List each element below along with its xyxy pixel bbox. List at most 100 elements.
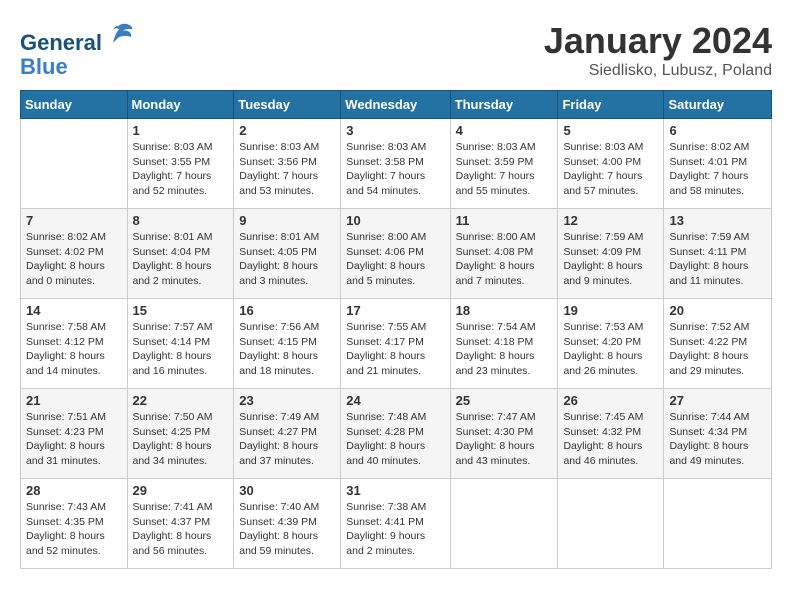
day-number: 29: [133, 483, 229, 498]
day-info: Sunrise: 7:45 AM Sunset: 4:32 PM Dayligh…: [563, 410, 658, 469]
month-title: January 2024: [544, 20, 772, 62]
day-info: Sunrise: 7:47 AM Sunset: 4:30 PM Dayligh…: [456, 410, 553, 469]
calendar-cell: 17Sunrise: 7:55 AM Sunset: 4:17 PM Dayli…: [341, 299, 450, 389]
day-info: Sunrise: 8:03 AM Sunset: 3:59 PM Dayligh…: [456, 140, 553, 199]
header-monday: Monday: [127, 91, 234, 119]
day-number: 23: [239, 393, 335, 408]
day-number: 13: [669, 213, 766, 228]
calendar-cell: 15 Sunrise: 7:57 AM Sunset: 4:14 PM Dayli…: [127, 299, 234, 389]
day-number: 15: [133, 303, 229, 318]
day-number: 6: [669, 123, 766, 138]
day-info: Sunrise: 7:59 AM Sunset: 4:11 PM Dayligh…: [669, 230, 766, 289]
calendar-cell: 11 Sunrise: 8:00 AM Sunset: 4:08 PM Dayli…: [450, 209, 558, 299]
calendar-cell: 24Sunrise: 7:48 AM Sunset: 4:28 PM Dayli…: [341, 389, 450, 479]
day-number: 31: [346, 483, 444, 498]
location-subtitle: Siedlisko, Lubusz, Poland: [544, 62, 772, 80]
week-row-4: 28Sunrise: 7:43 AM Sunset: 4:35 PM Dayli…: [21, 479, 772, 569]
calendar-header: SundayMondayTuesdayWednesdayThursdayFrid…: [21, 91, 772, 119]
calendar-cell: 5Sunrise: 8:03 AM Sunset: 4:00 PM Daylig…: [558, 119, 664, 209]
calendar-cell: [450, 479, 558, 569]
day-number: 11: [456, 213, 553, 228]
day-number: 25: [456, 393, 553, 408]
day-info: Sunrise: 7:58 AM Sunset: 4:12 PM Dayligh…: [26, 320, 122, 379]
calendar-cell: 18Sunrise: 7:54 AM Sunset: 4:18 PM Dayli…: [450, 299, 558, 389]
calendar-cell: 23 Sunrise: 7:49 AM Sunset: 4:27 PM Dayli…: [234, 389, 341, 479]
header-saturday: Saturday: [664, 91, 772, 119]
day-info: Sunrise: 7:52 AM Sunset: 4:22 PM Dayligh…: [669, 320, 766, 379]
day-info: Sunrise: 8:03 AM Sunset: 3:55 PM Dayligh…: [133, 140, 229, 199]
day-number: 8: [133, 213, 229, 228]
header-thursday: Thursday: [450, 91, 558, 119]
day-number: 9: [239, 213, 335, 228]
day-number: 12: [563, 213, 658, 228]
logo-general: General: [20, 30, 102, 55]
calendar-cell: 25 Sunrise: 7:47 AM Sunset: 4:30 PM Dayli…: [450, 389, 558, 479]
calendar-cell: 12 Sunrise: 7:59 AM Sunset: 4:09 PM Dayli…: [558, 209, 664, 299]
calendar-cell: [664, 479, 772, 569]
day-info: Sunrise: 7:59 AM Sunset: 4:09 PM Dayligh…: [563, 230, 658, 289]
week-row-1: 7Sunrise: 8:02 AM Sunset: 4:02 PM Daylig…: [21, 209, 772, 299]
day-info: Sunrise: 8:03 AM Sunset: 3:58 PM Dayligh…: [346, 140, 444, 199]
day-info: Sunrise: 8:01 AM Sunset: 4:04 PM Dayligh…: [133, 230, 229, 289]
day-info: Sunrise: 7:54 AM Sunset: 4:18 PM Dayligh…: [456, 320, 553, 379]
calendar-cell: [558, 479, 664, 569]
calendar-cell: 14 Sunrise: 7:58 AM Sunset: 4:12 PM Dayli…: [21, 299, 128, 389]
calendar-cell: [21, 119, 128, 209]
day-info: Sunrise: 7:44 AM Sunset: 4:34 PM Dayligh…: [669, 410, 766, 469]
day-info: Sunrise: 7:49 AM Sunset: 4:27 PM Dayligh…: [239, 410, 335, 469]
day-number: 5: [563, 123, 658, 138]
day-info: Sunrise: 7:40 AM Sunset: 4:39 PM Dayligh…: [239, 500, 335, 559]
calendar-cell: 29 Sunrise: 7:41 AM Sunset: 4:37 PM Dayli…: [127, 479, 234, 569]
calendar-table: SundayMondayTuesdayWednesdayThursdayFrid…: [20, 90, 772, 569]
header-friday: Friday: [558, 91, 664, 119]
calendar-cell: 6 Sunrise: 8:02 AM Sunset: 4:01 PM Daylig…: [664, 119, 772, 209]
day-number: 30: [239, 483, 335, 498]
day-info: Sunrise: 8:01 AM Sunset: 4:05 PM Dayligh…: [239, 230, 335, 289]
day-number: 20: [669, 303, 766, 318]
day-number: 4: [456, 123, 553, 138]
calendar-cell: 13 Sunrise: 7:59 AM Sunset: 4:11 PM Dayli…: [664, 209, 772, 299]
logo: General Blue: [20, 20, 134, 79]
day-info: Sunrise: 8:03 AM Sunset: 3:56 PM Dayligh…: [239, 140, 335, 199]
calendar-cell: 30 Sunrise: 7:40 AM Sunset: 4:39 PM Dayli…: [234, 479, 341, 569]
logo-blue: Blue: [20, 54, 68, 79]
calendar-cell: 7Sunrise: 8:02 AM Sunset: 4:02 PM Daylig…: [21, 209, 128, 299]
day-info: Sunrise: 7:50 AM Sunset: 4:25 PM Dayligh…: [133, 410, 229, 469]
title-area: January 2024 Siedlisko, Lubusz, Poland: [544, 20, 772, 80]
calendar-cell: 16Sunrise: 7:56 AM Sunset: 4:15 PM Dayli…: [234, 299, 341, 389]
week-row-3: 21 Sunrise: 7:51 AM Sunset: 4:23 PM Dayli…: [21, 389, 772, 479]
calendar-cell: 21 Sunrise: 7:51 AM Sunset: 4:23 PM Dayli…: [21, 389, 128, 479]
week-row-0: 1Sunrise: 8:03 AM Sunset: 3:55 PM Daylig…: [21, 119, 772, 209]
day-number: 3: [346, 123, 444, 138]
calendar-cell: 19Sunrise: 7:53 AM Sunset: 4:20 PM Dayli…: [558, 299, 664, 389]
day-info: Sunrise: 7:41 AM Sunset: 4:37 PM Dayligh…: [133, 500, 229, 559]
calendar-cell: 10Sunrise: 8:00 AM Sunset: 4:06 PM Dayli…: [341, 209, 450, 299]
header-tuesday: Tuesday: [234, 91, 341, 119]
calendar-cell: 26 Sunrise: 7:45 AM Sunset: 4:32 PM Dayli…: [558, 389, 664, 479]
calendar-cell: 22 Sunrise: 7:50 AM Sunset: 4:25 PM Dayli…: [127, 389, 234, 479]
calendar-cell: 9 Sunrise: 8:01 AM Sunset: 4:05 PM Daylig…: [234, 209, 341, 299]
day-number: 27: [669, 393, 766, 408]
day-number: 21: [26, 393, 122, 408]
day-number: 2: [239, 123, 335, 138]
day-number: 17: [346, 303, 444, 318]
calendar-cell: 3 Sunrise: 8:03 AM Sunset: 3:58 PM Daylig…: [341, 119, 450, 209]
week-row-2: 14 Sunrise: 7:58 AM Sunset: 4:12 PM Dayli…: [21, 299, 772, 389]
calendar-cell: 1Sunrise: 8:03 AM Sunset: 3:55 PM Daylig…: [127, 119, 234, 209]
day-number: 26: [563, 393, 658, 408]
day-number: 14: [26, 303, 122, 318]
day-info: Sunrise: 8:00 AM Sunset: 4:06 PM Dayligh…: [346, 230, 444, 289]
day-info: Sunrise: 7:57 AM Sunset: 4:14 PM Dayligh…: [133, 320, 229, 379]
day-number: 22: [133, 393, 229, 408]
header-wednesday: Wednesday: [341, 91, 450, 119]
day-info: Sunrise: 7:48 AM Sunset: 4:28 PM Dayligh…: [346, 410, 444, 469]
day-number: 19: [563, 303, 658, 318]
header-sunday: Sunday: [21, 91, 128, 119]
day-info: Sunrise: 8:02 AM Sunset: 4:01 PM Dayligh…: [669, 140, 766, 199]
calendar-cell: 27 Sunrise: 7:44 AM Sunset: 4:34 PM Dayli…: [664, 389, 772, 479]
day-info: Sunrise: 7:51 AM Sunset: 4:23 PM Dayligh…: [26, 410, 122, 469]
day-info: Sunrise: 7:43 AM Sunset: 4:35 PM Dayligh…: [26, 500, 122, 559]
page-header: General Blue January 2024 Siedlisko, Lub…: [20, 20, 772, 80]
day-info: Sunrise: 8:00 AM Sunset: 4:08 PM Dayligh…: [456, 230, 553, 289]
header-row: SundayMondayTuesdayWednesdayThursdayFrid…: [21, 91, 772, 119]
